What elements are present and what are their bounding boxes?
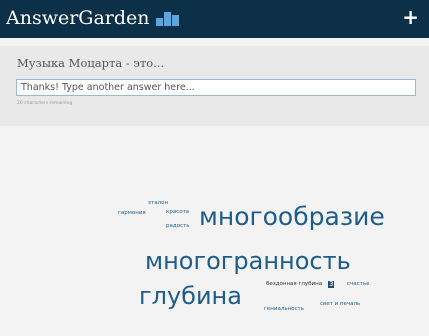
answer-input[interactable] [16, 79, 416, 96]
characters-remaining: 20 characters remaining [17, 101, 73, 106]
cloud-word[interactable]: бездонная глубина [266, 281, 322, 288]
bar-chart-icon [155, 12, 180, 26]
app-logo[interactable]: AnswerGarden [6, 7, 180, 29]
cloud-word[interactable]: глубина [139, 284, 242, 308]
cloud-word[interactable]: счастье [347, 281, 370, 288]
cloud-word[interactable]: свет и печаль [320, 301, 360, 308]
top-bar: AnswerGarden + [0, 0, 429, 38]
question-panel: Музыка Моцарта - это... 20 characters re… [0, 46, 429, 126]
question-title: Музыка Моцарта - это... [17, 56, 165, 70]
cloud-word[interactable]: радость [166, 223, 190, 230]
cloud-word-count-badge[interactable]: 3 [328, 281, 335, 288]
cloud-word[interactable]: гениальность [264, 306, 304, 313]
add-button[interactable]: + [402, 6, 419, 28]
word-cloud: эталон гармония красота радость многообр… [0, 126, 429, 336]
cloud-word[interactable]: красота [166, 209, 189, 216]
app-title: AnswerGarden [6, 7, 150, 29]
cloud-word[interactable]: многогранность [145, 249, 351, 273]
cloud-word[interactable]: многообразие [199, 204, 385, 229]
cloud-word[interactable]: эталон [148, 200, 168, 207]
cloud-word[interactable]: гармония [118, 210, 146, 217]
